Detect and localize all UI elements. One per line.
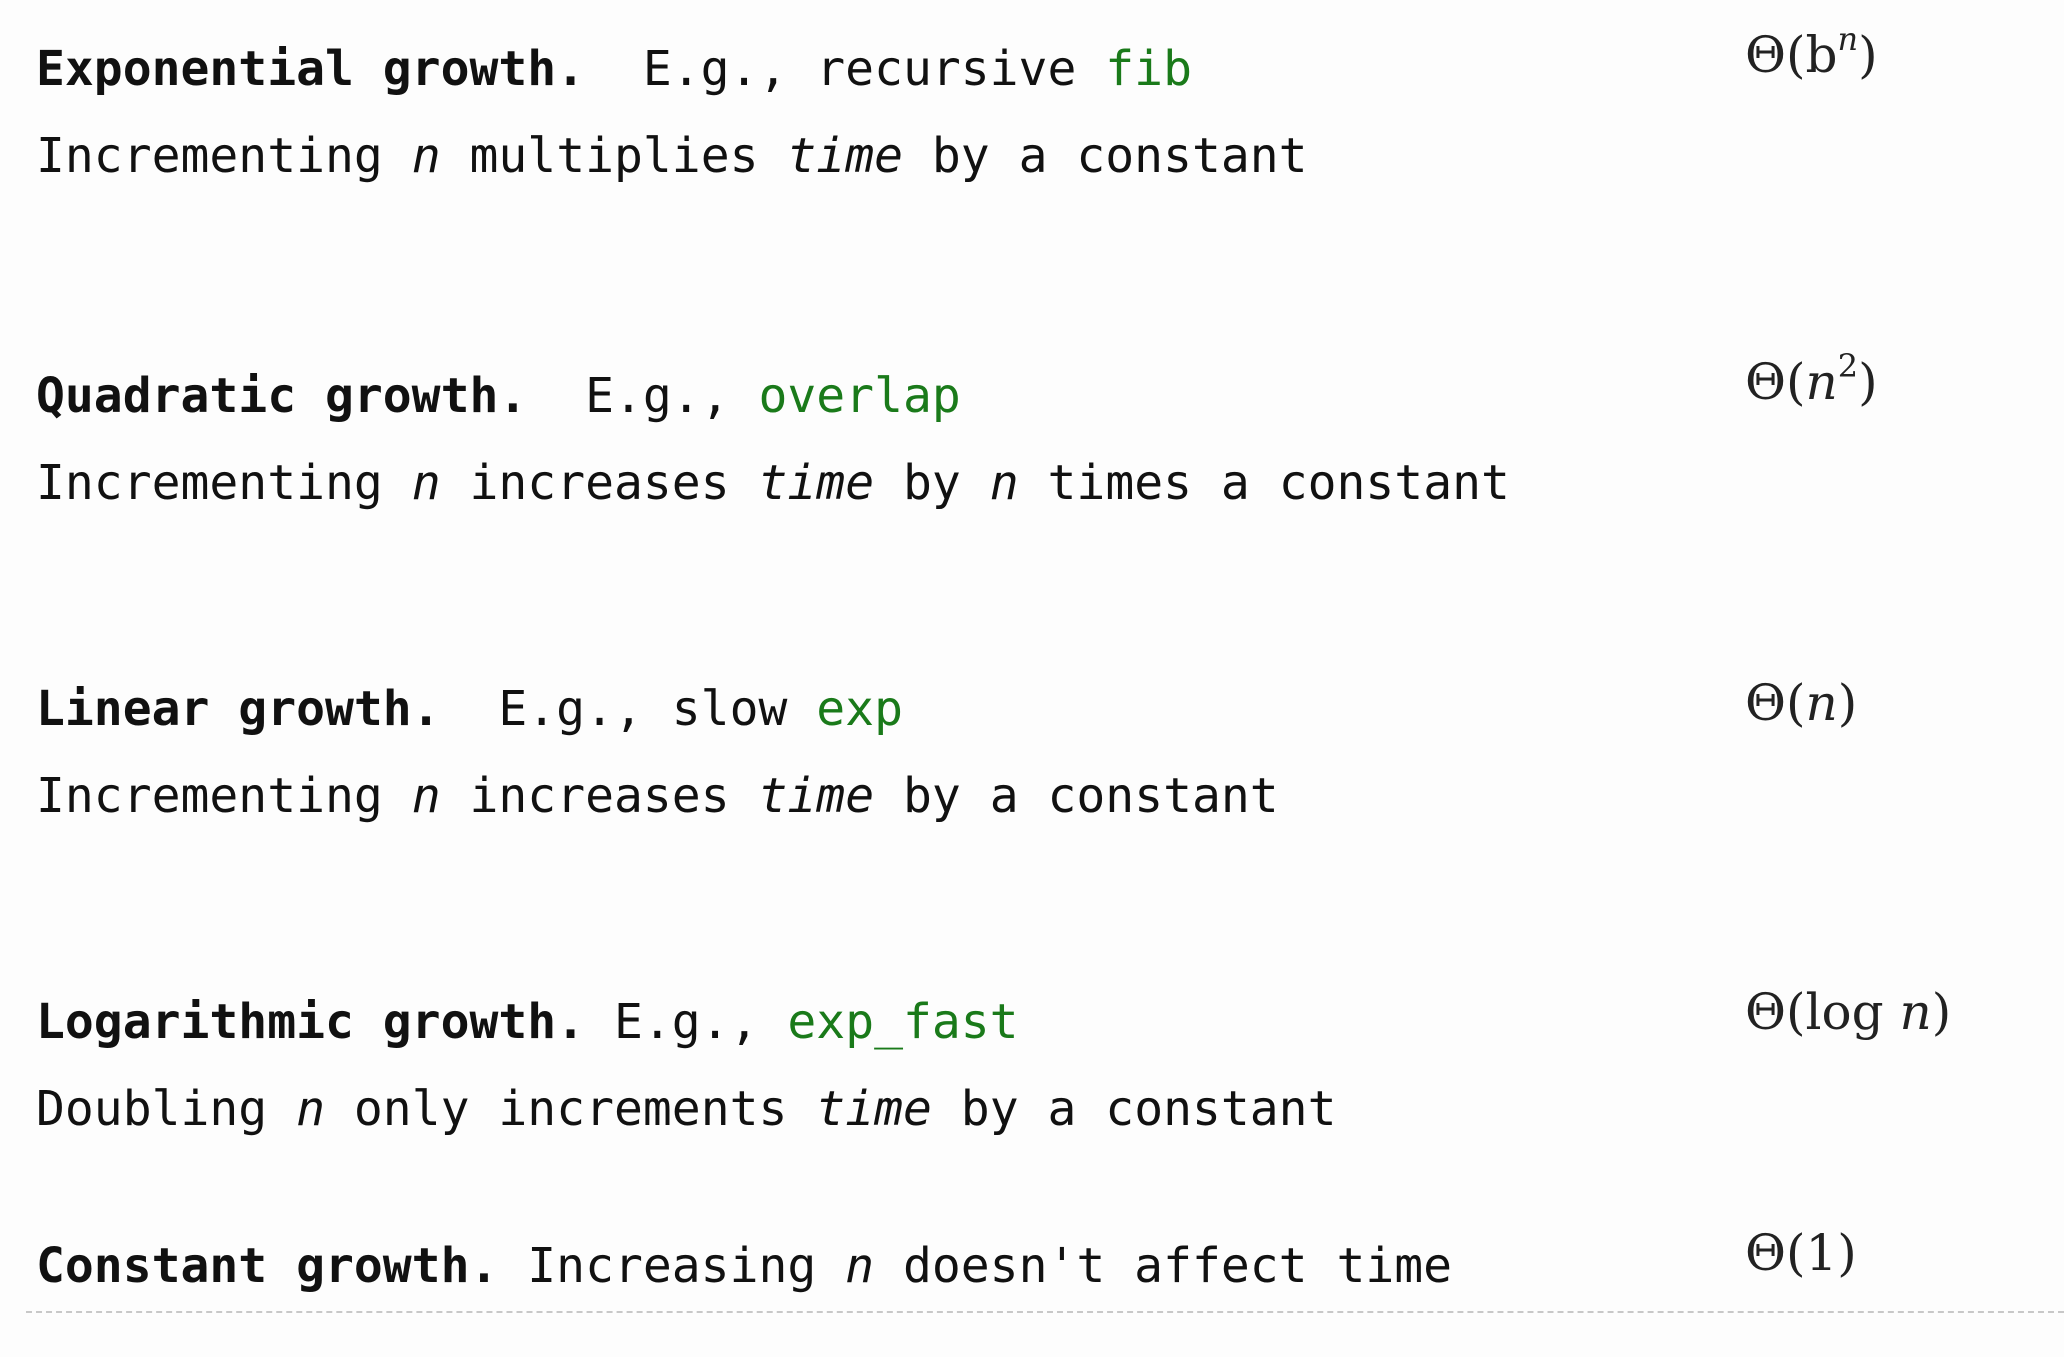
complexity-label: Θ(n2) xyxy=(1745,350,1878,407)
complexity-base: Θ( xyxy=(1745,674,1806,732)
desc-text: only increments xyxy=(353,1081,788,1137)
heading-line: Exponential growth. E.g., recursive fib xyxy=(36,45,1192,93)
complexity-label: Θ(bn) xyxy=(1745,23,1878,80)
desc-text: Doubling xyxy=(36,1081,268,1137)
complexity-close: ) xyxy=(1931,983,1952,1041)
description-line: Incrementing n multiplies time by a cons… xyxy=(36,132,1308,180)
example-code: fib xyxy=(1105,41,1192,97)
section-title: Exponential growth. xyxy=(36,41,586,97)
desc-var: n xyxy=(296,1081,325,1137)
desc-text: times a constant xyxy=(1047,455,1510,511)
heading-line: Logarithmic growth. E.g., exp_fast xyxy=(36,998,1019,1046)
description-line: Incrementing n increases time by n times… xyxy=(36,459,1510,507)
example-prefix: E.g., xyxy=(585,368,730,424)
section-title: Logarithmic growth. xyxy=(36,994,586,1050)
desc-var: n xyxy=(411,128,441,184)
desc-time: time xyxy=(816,1081,932,1137)
desc-text: Incrementing xyxy=(36,455,383,511)
complexity-exponent: n xyxy=(1837,20,1859,58)
desc-text: by xyxy=(903,455,961,511)
desc-text: by a constant xyxy=(960,1081,1337,1137)
example-prefix: E.g., xyxy=(613,994,759,1050)
desc-time: time xyxy=(758,768,875,824)
heading-line: Linear growth. E.g., slow exp xyxy=(36,685,903,733)
description-line: Doubling n only increments time by a con… xyxy=(36,1085,1336,1133)
desc-text: doesn't affect time xyxy=(902,1238,1453,1294)
desc-var: n xyxy=(845,1238,875,1294)
desc-var: n xyxy=(411,768,441,824)
desc-text: Increasing xyxy=(527,1238,817,1294)
complexity-var: n xyxy=(1899,983,1932,1041)
complexity-base: Θ(log xyxy=(1745,983,1900,1041)
desc-var: n xyxy=(411,455,441,511)
desc-text: by a constant xyxy=(903,768,1279,824)
description-line: Incrementing n increases time by a const… xyxy=(36,772,1279,820)
example-prefix: E.g., recursive xyxy=(642,41,1077,97)
section-title: Linear growth. xyxy=(36,681,441,737)
complexity-exponent: 2 xyxy=(1837,347,1859,385)
complexity-close: ) xyxy=(1858,353,1878,411)
desc-time: time xyxy=(787,128,903,184)
complexity-base: Θ( xyxy=(1745,353,1806,411)
heading-line: Quadratic growth. E.g., overlap xyxy=(36,372,961,420)
example-prefix: E.g., slow xyxy=(498,681,788,737)
example-code: exp xyxy=(816,681,903,737)
example-code: overlap xyxy=(758,368,961,424)
example-code: exp_fast xyxy=(787,994,1019,1050)
desc-text: Incrementing xyxy=(36,128,383,184)
complexity-var: n xyxy=(1805,353,1838,411)
complexity-var: n xyxy=(1805,674,1838,732)
section-title: Quadratic growth. xyxy=(36,368,528,424)
desc-text: by a constant xyxy=(931,128,1308,184)
heading-line: Constant growth. Increasing n doesn't af… xyxy=(36,1242,1452,1290)
divider xyxy=(26,1311,2064,1313)
complexity-close: ) xyxy=(1837,674,1858,732)
section-title: Constant growth. xyxy=(36,1238,499,1294)
desc-text: increases xyxy=(469,768,730,824)
complexity-label: Θ(1) xyxy=(1745,1224,1857,1282)
complexity-base: Θ(b xyxy=(1745,26,1838,84)
desc-time: time xyxy=(758,455,875,511)
desc-text: increases xyxy=(469,455,730,511)
complexity-label: Θ(log n) xyxy=(1745,987,1951,1037)
complexity-close: ) xyxy=(1858,26,1878,84)
complexity-label: Θ(n) xyxy=(1745,678,1857,728)
desc-text: Incrementing xyxy=(36,768,383,824)
desc-text: multiplies xyxy=(469,128,759,184)
desc-var: n xyxy=(989,455,1019,511)
